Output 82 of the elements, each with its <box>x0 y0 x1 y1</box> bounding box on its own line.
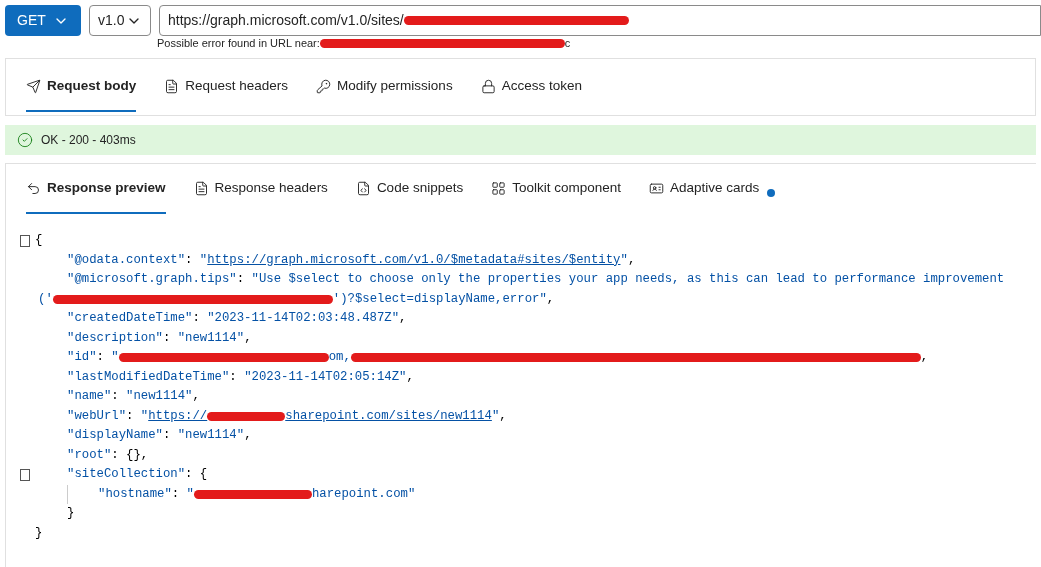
json-punctuation: } <box>35 524 43 542</box>
document-icon <box>193 180 209 196</box>
key-icon <box>316 78 332 94</box>
json-link[interactable]: sharepoint.com/sites/new1114 <box>285 406 492 426</box>
url-error-text: c <box>564 35 571 51</box>
json-punctuation: , <box>546 290 555 308</box>
fold-toggle[interactable] <box>20 235 30 247</box>
tab[interactable]: Code snippets <box>355 164 464 214</box>
tab[interactable]: Response preview <box>26 164 166 214</box>
json-key: "siteCollection" <box>67 465 186 485</box>
json-punctuation: : <box>162 427 172 444</box>
json-string: " <box>491 407 500 425</box>
json-string: ')?$select=displayName,error" <box>332 290 547 308</box>
json-key: "createdDateTime" <box>67 309 193 329</box>
json-string: "new1114" <box>126 388 193 405</box>
send-icon <box>26 78 41 94</box>
json-key: "@odata.context" <box>67 250 186 270</box>
lock-icon <box>480 78 496 94</box>
json-string: "2023-11-14T02:05:14Z" <box>244 368 407 386</box>
json-key: "id" <box>67 348 97 368</box>
json-key: "lastModifiedDateTime" <box>67 367 230 387</box>
json-string: " <box>199 251 208 269</box>
json-key: "root" <box>67 445 112 465</box>
check-circle-icon <box>17 132 33 148</box>
json-string: " <box>111 349 119 366</box>
json-punctuation: , <box>920 349 929 366</box>
json-punctuation: , <box>244 329 252 347</box>
json-link[interactable]: https:// <box>148 406 208 426</box>
json-string: "new1114" <box>177 329 245 347</box>
json-punctuation: , <box>627 251 636 269</box>
tab[interactable]: Modify permissions <box>316 62 453 112</box>
json-punctuation: , <box>499 407 507 425</box>
json-punctuation: : {}, <box>111 446 149 464</box>
json-punctuation: : <box>229 368 238 386</box>
method-dropdown[interactable]: GET <box>5 5 81 36</box>
version-dropdown[interactable]: v1.0 <box>89 5 151 36</box>
json-punctuation: , <box>399 310 407 327</box>
tab[interactable]: Response headers <box>193 164 328 214</box>
json-key: "hostname" <box>98 484 172 504</box>
json-punctuation: : <box>126 407 135 425</box>
json-string: "new1114" <box>177 427 245 444</box>
json-punctuation: : <box>236 271 246 288</box>
fold-toggle[interactable] <box>20 469 30 481</box>
json-punctuation: : <box>162 329 172 347</box>
json-punctuation: , <box>406 368 414 386</box>
json-punctuation: : <box>185 251 194 269</box>
status-text: OK - 200 - 403ms <box>41 132 136 149</box>
json-punctuation: : <box>96 349 105 366</box>
json-punctuation: } <box>67 505 75 522</box>
document-icon <box>164 78 180 94</box>
json-key: "webUrl" <box>67 406 127 426</box>
grid-icon <box>491 180 507 196</box>
json-key: "@microsoft.graph.tips" <box>67 270 237 290</box>
json-key: "name" <box>67 387 112 407</box>
card-icon <box>649 180 664 196</box>
tab[interactable]: Request body <box>26 62 137 112</box>
json-string: "2023-11-14T02:03:48.487Z" <box>207 310 400 327</box>
json-punctuation: : <box>111 388 120 405</box>
json-link[interactable]: https://graph.microsoft.com/v1.0/$metadata#sites/$entity <box>207 250 621 270</box>
json-punctuation: : <box>171 485 181 503</box>
json-string: "Use $select to choose only the properties your app needs, as this can lead to performance improvement <box>251 271 1005 288</box>
json-string: harepoint.com" <box>311 485 416 503</box>
json-punctuation: : { <box>185 466 208 483</box>
json-punctuation: : <box>192 310 201 327</box>
json-punctuation: , <box>244 427 252 444</box>
tab[interactable]: Adaptive cards <box>649 164 760 214</box>
json-string: " <box>186 485 194 503</box>
tab[interactable]: Access token <box>480 62 582 112</box>
json-punctuation: { <box>35 232 43 249</box>
json-string: " <box>140 407 149 425</box>
json-key: "description" <box>67 328 163 348</box>
tab[interactable]: Request headers <box>164 62 289 112</box>
json-string: (' <box>38 290 53 308</box>
json-punctuation: , <box>192 388 200 405</box>
json-string: " <box>620 251 628 269</box>
url-field[interactable]: https://graph.microsoft.com/v1.0/sites/ <box>159 5 1041 36</box>
code-file-icon <box>355 180 371 196</box>
url-error-text: Possible error found in URL near: <box>157 35 320 51</box>
json-key: "displayName" <box>67 426 163 446</box>
json-string: om, <box>328 349 351 366</box>
undo-arrow-icon <box>26 180 41 196</box>
tab[interactable]: Toolkit component <box>491 164 621 214</box>
